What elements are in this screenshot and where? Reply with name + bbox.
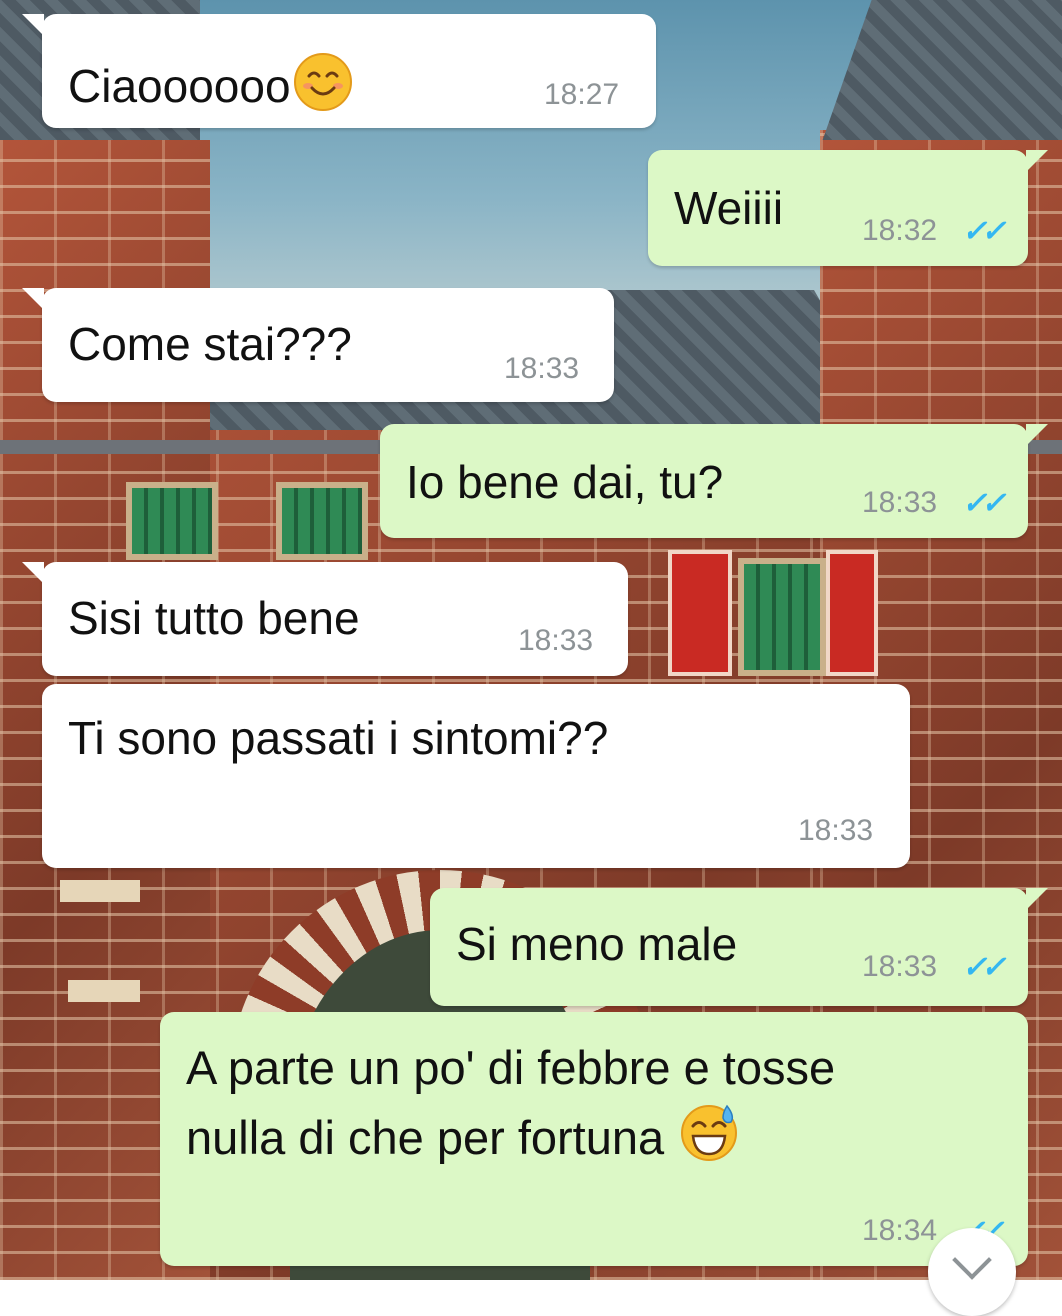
message-text: nulla di che per fortuna	[186, 1102, 739, 1170]
message-time: 18:33	[518, 624, 594, 657]
scroll-to-bottom-button[interactable]	[928, 1228, 1016, 1316]
message-bubble-outgoing[interactable]: Io bene dai, tu? 18:33 ✓✓	[380, 424, 1048, 538]
message-time: 18:33	[862, 950, 938, 983]
sweat-smile-icon	[681, 1104, 738, 1161]
message-text: Io bene dai, tu?	[406, 456, 724, 508]
message-bubble-outgoing[interactable]: Weiiii 18:32 ✓✓	[648, 150, 1048, 266]
double-check-icon: ✓✓	[962, 951, 1006, 984]
message-bubble-outgoing[interactable]: Si meno male 18:33 ✓✓	[430, 888, 1048, 1006]
message-time: 18:33	[504, 352, 580, 385]
message-time: 18:34	[862, 1214, 938, 1247]
message-bubble-incoming[interactable]: Come stai??? 18:33	[22, 288, 614, 402]
message-text: Weiiii	[674, 182, 784, 234]
smiling-face-icon	[293, 53, 352, 111]
message-text: Come stai???	[68, 318, 352, 370]
message-text: Si meno male	[456, 918, 738, 970]
message-text: A parte un po' di febbre e tosse	[186, 1041, 836, 1094]
scroll-down-chevron-icon	[952, 1240, 992, 1280]
message-time: 18:32	[862, 214, 938, 247]
message-time: 18:33	[862, 486, 938, 519]
double-check-icon: ✓✓	[962, 487, 1006, 520]
message-bubble-outgoing[interactable]: A parte un po' di febbre e tosse nulla d…	[160, 1012, 1028, 1266]
message-bubble-incoming[interactable]: Ti sono passati i sintomi?? 18:33	[42, 684, 910, 868]
message-list[interactable]: Ciaoooooo 18:27 Weiiii 18:32 ✓✓ Come sta…	[0, 0, 1062, 1316]
message-bubble-incoming[interactable]: Sisi tutto bene 18:33	[22, 562, 628, 676]
message-text: Ciaoooooo	[68, 52, 353, 112]
message-time: 18:33	[798, 814, 874, 847]
double-check-icon: ✓✓	[962, 215, 1006, 248]
message-text: Ti sono passati i sintomi??	[68, 712, 609, 764]
message-text: Sisi tutto bene	[68, 592, 360, 644]
message-text-content: Ciaoooooo	[68, 60, 291, 112]
message-time: 18:27	[544, 78, 620, 111]
message-bubble-incoming[interactable]: Ciaoooooo 18:27	[22, 14, 656, 128]
message-text-content: nulla di che per fortuna	[186, 1111, 665, 1164]
